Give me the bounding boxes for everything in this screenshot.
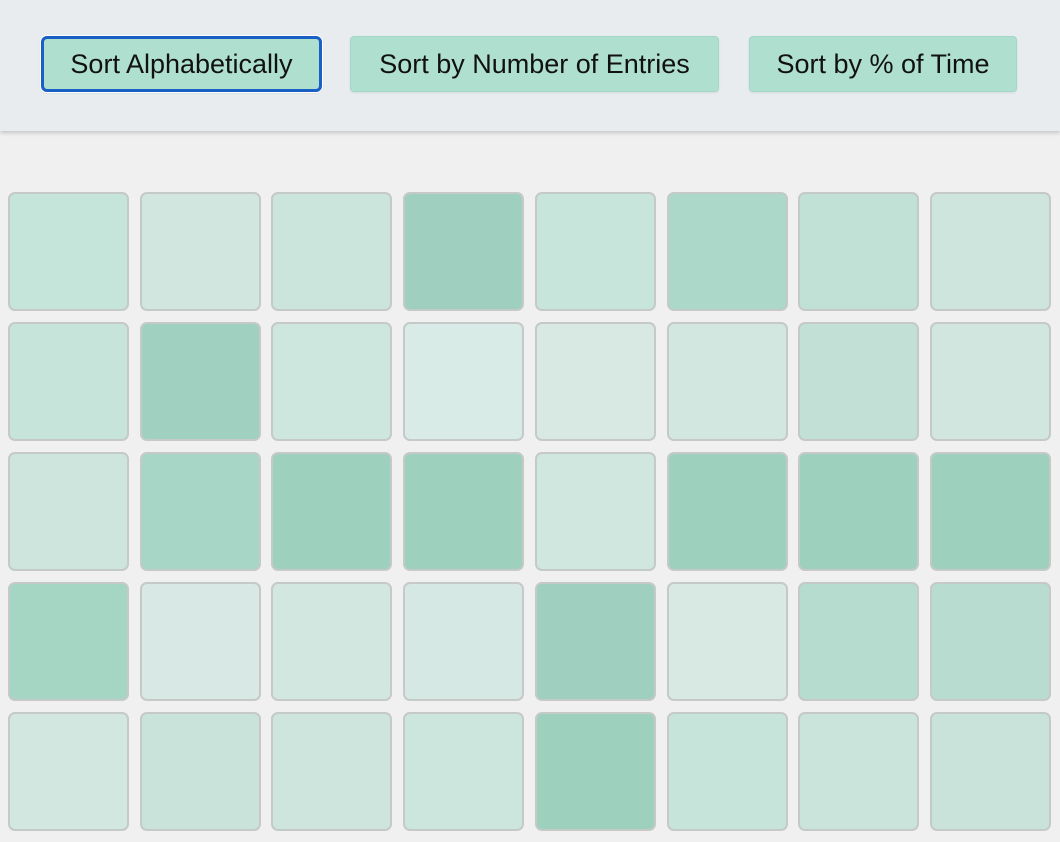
grid-tile[interactable] — [798, 712, 919, 831]
grid-tile[interactable] — [140, 452, 261, 571]
grid-tile[interactable] — [140, 582, 261, 701]
grid-tile[interactable] — [930, 582, 1051, 701]
grid-tile[interactable] — [140, 322, 261, 441]
grid-tile[interactable] — [798, 322, 919, 441]
grid-tile[interactable] — [271, 192, 392, 311]
sort-toolbar: Sort Alphabetically Sort by Number of En… — [0, 0, 1060, 131]
grid-tile[interactable] — [140, 192, 261, 311]
grid-tile[interactable] — [403, 582, 524, 701]
grid-tile[interactable] — [403, 322, 524, 441]
grid-tile[interactable] — [667, 192, 788, 311]
grid-tile[interactable] — [8, 192, 129, 311]
grid-tile[interactable] — [271, 582, 392, 701]
grid-tile[interactable] — [535, 582, 656, 701]
grid-tile[interactable] — [8, 582, 129, 701]
grid-tile[interactable] — [798, 192, 919, 311]
sort-alphabetically-button[interactable]: Sort Alphabetically — [41, 36, 322, 92]
grid-tile[interactable] — [271, 322, 392, 441]
grid-tile[interactable] — [667, 452, 788, 571]
grid-tile[interactable] — [798, 582, 919, 701]
sort-by-time-button[interactable]: Sort by % of Time — [749, 36, 1017, 92]
grid-tile[interactable] — [667, 712, 788, 831]
grid-tile[interactable] — [8, 452, 129, 571]
grid-tile[interactable] — [798, 452, 919, 571]
grid-tile[interactable] — [403, 192, 524, 311]
grid-tile[interactable] — [930, 322, 1051, 441]
grid-tile[interactable] — [930, 192, 1051, 311]
grid-tile[interactable] — [271, 712, 392, 831]
grid-tile[interactable] — [667, 582, 788, 701]
grid-tile[interactable] — [535, 192, 656, 311]
grid-tile[interactable] — [8, 712, 129, 831]
grid-tile[interactable] — [8, 322, 129, 441]
grid-tile[interactable] — [930, 712, 1051, 831]
grid-tile[interactable] — [535, 322, 656, 441]
sort-by-entries-button[interactable]: Sort by Number of Entries — [350, 36, 719, 92]
grid-tile[interactable] — [403, 452, 524, 571]
grid-tile[interactable] — [930, 452, 1051, 571]
grid-tile[interactable] — [403, 712, 524, 831]
grid-tile[interactable] — [535, 712, 656, 831]
grid-tile[interactable] — [271, 452, 392, 571]
grid-tile[interactable] — [535, 452, 656, 571]
grid-tile[interactable] — [140, 712, 261, 831]
grid-tile[interactable] — [667, 322, 788, 441]
